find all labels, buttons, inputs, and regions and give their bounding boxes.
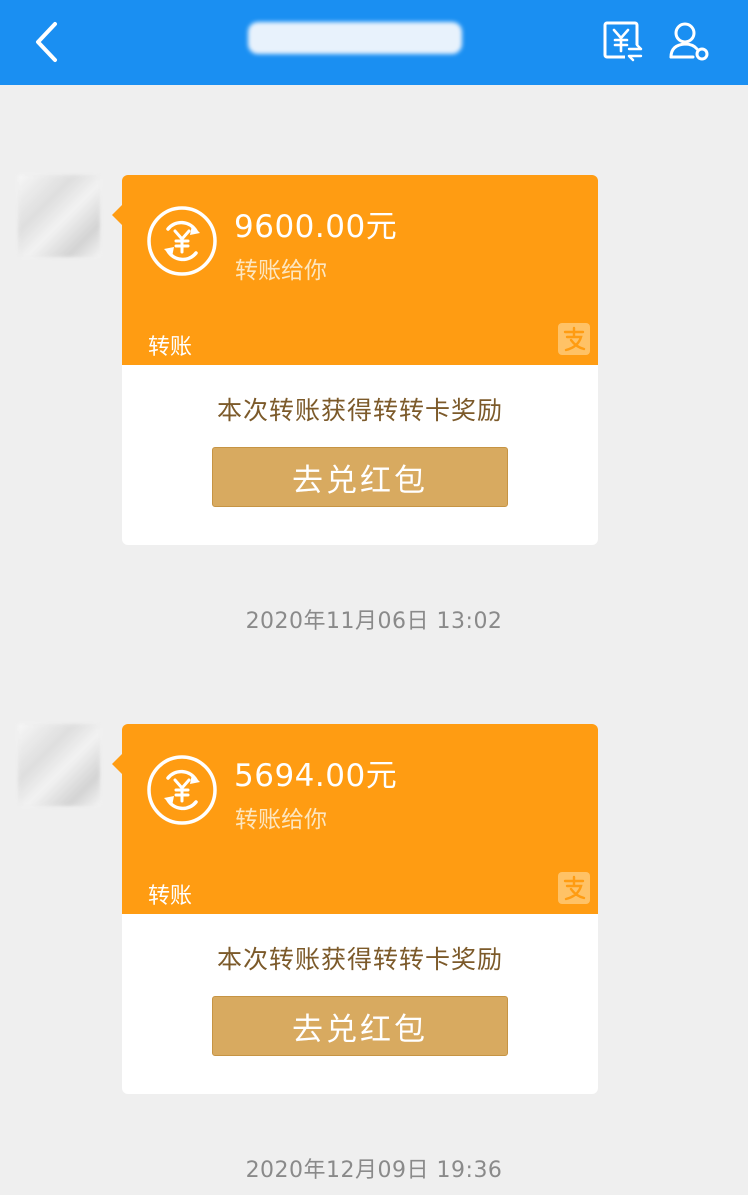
redeem-red-packet-button[interactable]: 去兑红包 [212, 996, 508, 1056]
transfer-type-label: 转账 [148, 335, 193, 360]
reward-section: 本次转账获得转转卡奖励 去兑红包 [122, 365, 598, 545]
contact-name-blurred [248, 22, 462, 54]
transfer-description: 转账给你 [235, 258, 327, 284]
redeem-red-packet-button[interactable]: 去兑红包 [212, 447, 508, 507]
reward-text: 本次转账获得转转卡奖励 [216, 945, 503, 974]
transfer-amount: 9600.00元 [234, 209, 398, 245]
bubble-tail [112, 205, 122, 225]
transfer-card-header: 5694.00元 转账给你 转账 [112, 724, 598, 914]
page-title [248, 22, 249, 23]
yuan-coin-transfer-icon [147, 755, 217, 825]
transfer-button[interactable] [600, 18, 646, 64]
top-nav-bar [0, 0, 748, 85]
transfer-amount: 5694.00元 [234, 758, 398, 794]
message-timestamp: 2020年12月09日 19:36 [245, 1158, 503, 1183]
reward-section: 本次转账获得转转卡奖励 去兑红包 [122, 914, 598, 1094]
chevron-left-icon [36, 22, 57, 62]
yuan-transfer-icon [603, 21, 643, 62]
reward-text: 本次转账获得转转卡奖励 [216, 396, 503, 425]
back-button[interactable] [26, 18, 66, 66]
sender-avatar[interactable] [18, 175, 100, 257]
bubble-tail [112, 754, 122, 774]
alipay-logo-icon [558, 872, 590, 904]
sender-avatar[interactable] [18, 724, 100, 806]
transfer-type-label: 转账 [148, 884, 193, 909]
user-settings-icon [669, 22, 709, 61]
message-timestamp: 2020年11月06日 13:02 [245, 609, 503, 634]
profile-settings-button[interactable] [666, 18, 712, 64]
yuan-coin-transfer-icon [147, 206, 217, 276]
transfer-card[interactable]: 9600.00元 转账给你 转账 本次转账获得转转卡奖励 去兑红包 [112, 175, 598, 545]
transfer-card-header: 9600.00元 转账给你 转账 [112, 175, 598, 365]
alipay-logo-icon [558, 323, 590, 355]
transfer-description: 转账给你 [235, 807, 327, 833]
transfer-card[interactable]: 5694.00元 转账给你 转账 本次转账获得转转卡奖励 去兑红包 [112, 724, 598, 1094]
